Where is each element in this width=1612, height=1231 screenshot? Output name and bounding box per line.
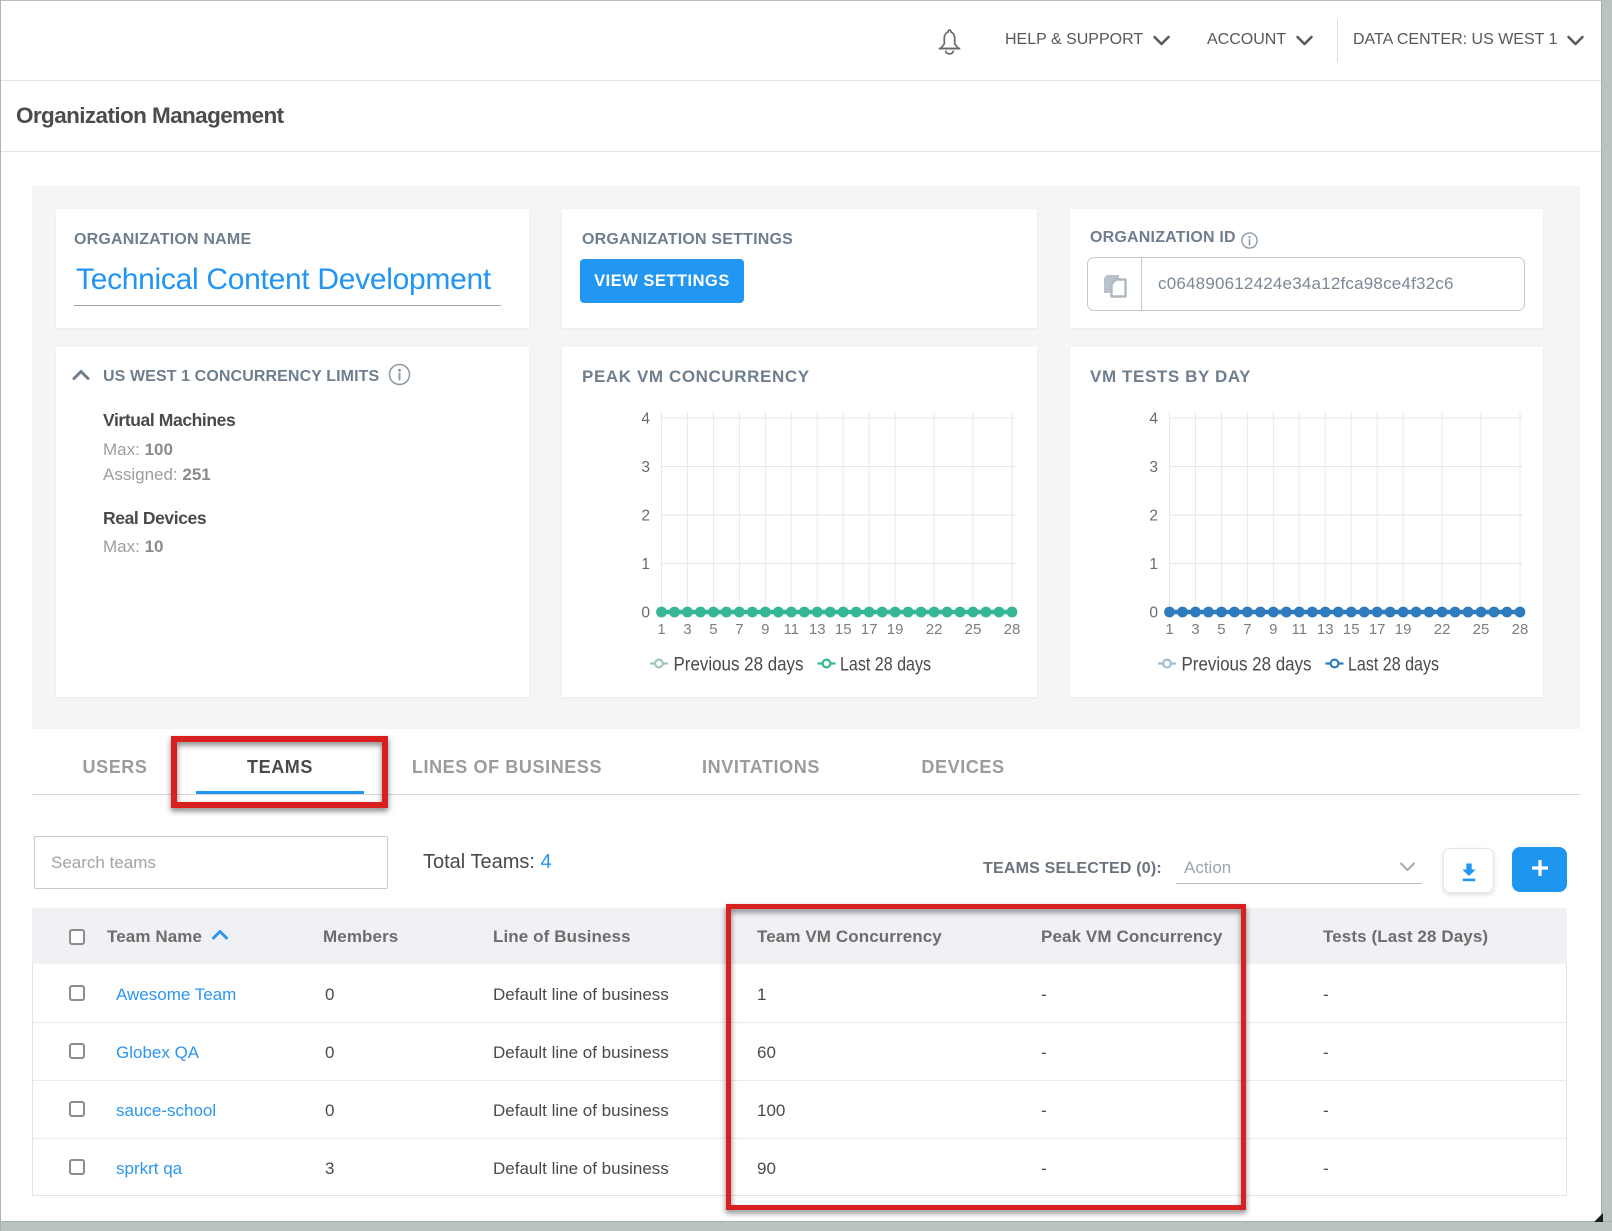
svg-text:3: 3 — [683, 621, 691, 638]
svg-text:28: 28 — [1512, 621, 1529, 638]
svg-text:7: 7 — [735, 621, 743, 638]
svg-text:1: 1 — [641, 556, 650, 573]
svg-text:11: 11 — [1292, 621, 1308, 638]
svg-text:4: 4 — [1149, 411, 1158, 428]
svg-text:7: 7 — [1243, 621, 1251, 638]
svg-text:22: 22 — [926, 621, 943, 638]
svg-text:1: 1 — [1165, 621, 1173, 638]
svg-text:3: 3 — [1191, 621, 1199, 638]
svg-text:Last 28 days: Last 28 days — [840, 654, 931, 676]
svg-text:15: 15 — [835, 621, 852, 638]
svg-text:Last 28 days: Last 28 days — [1348, 654, 1439, 676]
svg-text:3: 3 — [641, 459, 650, 476]
svg-text:11: 11 — [784, 621, 800, 638]
svg-text:25: 25 — [1473, 621, 1490, 638]
svg-text:19: 19 — [887, 621, 904, 638]
svg-text:17: 17 — [861, 621, 878, 638]
svg-text:9: 9 — [1269, 621, 1277, 638]
svg-text:2: 2 — [1149, 508, 1158, 525]
svg-text:9: 9 — [761, 621, 769, 638]
svg-text:17: 17 — [1369, 621, 1386, 638]
svg-text:28: 28 — [1004, 621, 1021, 638]
svg-text:1: 1 — [657, 621, 665, 638]
svg-text:13: 13 — [809, 621, 826, 638]
svg-text:1: 1 — [1149, 556, 1158, 573]
svg-text:3: 3 — [1149, 459, 1158, 476]
svg-text:2: 2 — [641, 508, 650, 525]
svg-text:25: 25 — [965, 621, 982, 638]
svg-text:5: 5 — [709, 621, 717, 638]
svg-text:4: 4 — [641, 411, 650, 428]
svg-text:5: 5 — [1217, 621, 1225, 638]
svg-text:0: 0 — [641, 605, 650, 622]
svg-text:13: 13 — [1317, 621, 1334, 638]
svg-text:0: 0 — [1149, 605, 1158, 622]
svg-text:22: 22 — [1434, 621, 1451, 638]
svg-text:15: 15 — [1343, 621, 1360, 638]
svg-text:19: 19 — [1395, 621, 1412, 638]
svg-text:Previous 28 days: Previous 28 days — [674, 654, 804, 676]
svg-text:Previous 28 days: Previous 28 days — [1182, 654, 1312, 676]
